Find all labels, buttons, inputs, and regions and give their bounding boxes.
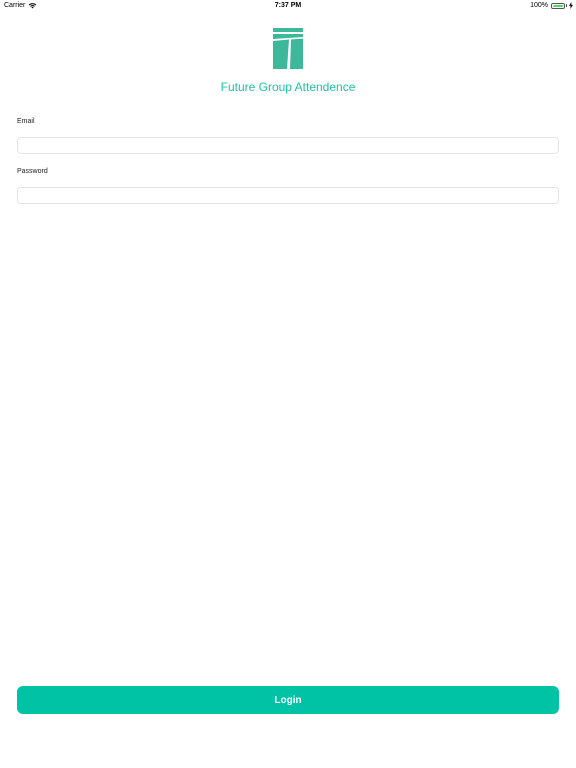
battery-icon xyxy=(551,2,565,9)
charging-bolt-icon xyxy=(569,2,573,9)
password-field[interactable] xyxy=(17,187,559,204)
password-label: Password xyxy=(17,168,48,175)
status-right: 100% xyxy=(530,2,573,9)
battery-percent: 100% xyxy=(530,2,548,9)
login-screen: Carrier 7:37 PM 100% Future Group Attend… xyxy=(0,0,576,768)
email-label: Email xyxy=(17,118,35,125)
app-title: Future Group Attendence xyxy=(220,80,356,94)
status-time: 7:37 PM xyxy=(274,2,302,9)
future-group-logo xyxy=(273,28,303,69)
status-bar: Carrier 7:37 PM 100% xyxy=(0,0,576,12)
email-field[interactable] xyxy=(17,137,559,154)
login-button[interactable]: Login xyxy=(17,686,559,714)
battery-tip xyxy=(566,4,567,7)
battery-level xyxy=(553,4,563,7)
